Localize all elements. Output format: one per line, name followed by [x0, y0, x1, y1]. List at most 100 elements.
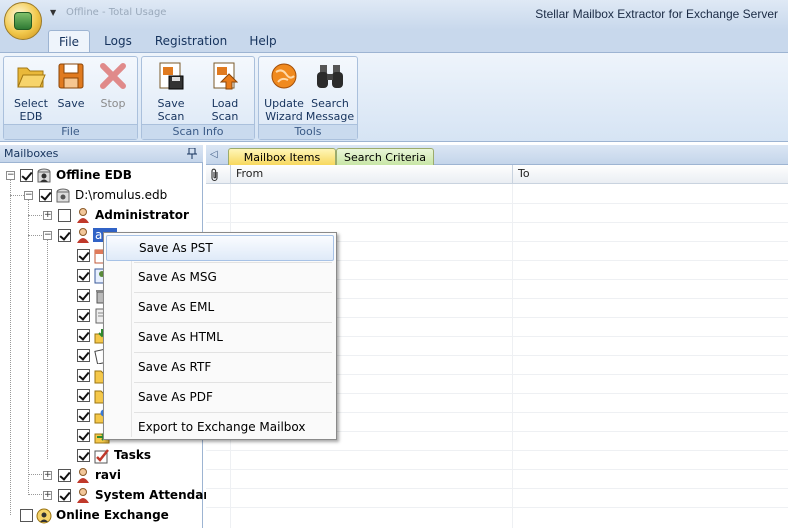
administrator-checkbox[interactable]	[58, 209, 71, 222]
binoculars-icon	[317, 65, 343, 88]
panel-collapse-arrow-icon[interactable]: ◁	[210, 149, 218, 160]
online-exchange-label: Online Exchange	[56, 508, 169, 522]
tab-help[interactable]: Help	[240, 30, 286, 52]
collapse-icon[interactable]: −	[24, 191, 33, 200]
context-menu: Save As PST Save As MSG Save As EML Save…	[103, 232, 337, 440]
menu-item-save-as-rtf[interactable]: Save As RTF	[106, 355, 334, 381]
ribbon-group-file: Select EDB Save Stop File	[3, 56, 138, 140]
update-wizard-button[interactable]: Update Wizard	[259, 60, 309, 123]
collapse-icon[interactable]: −	[6, 171, 15, 180]
tree-node-offline-edb[interactable]: − Offline EDB	[0, 167, 200, 185]
grid-row-line	[206, 507, 788, 508]
menu-separator	[134, 412, 332, 413]
user-icon	[77, 228, 89, 243]
edb-file-label: D:\romulus.edb	[75, 188, 168, 202]
expand-icon[interactable]: +	[43, 211, 52, 220]
tasks-label: Tasks	[114, 448, 152, 462]
administrator-label: Administrator	[95, 208, 189, 222]
menu-item-save-as-msg[interactable]: Save As MSG	[106, 265, 334, 291]
window-title: Stellar Mailbox Extractor for Exchange S…	[535, 7, 778, 21]
menu-item-save-as-pdf[interactable]: Save As PDF	[106, 385, 334, 411]
mailboxes-panel-header: Mailboxes	[0, 145, 203, 163]
red-x-icon	[100, 63, 126, 89]
ribbon-group-tools: Update Wizard Search Message Tools	[258, 56, 358, 140]
menu-item-save-as-pst[interactable]: Save As PST	[106, 235, 334, 261]
search-message-label: Search Message	[305, 97, 355, 123]
system-attendant-checkbox[interactable]	[58, 489, 71, 502]
globe-update-icon	[271, 63, 297, 89]
search-message-button[interactable]: Search Message	[305, 60, 355, 123]
tree-node-online-exchange[interactable]: Online Exchange	[0, 507, 200, 525]
folder-checkbox[interactable]	[77, 349, 90, 362]
column-separator[interactable]	[512, 165, 513, 184]
menu-separator	[134, 262, 332, 263]
folder-checkbox[interactable]	[77, 269, 90, 282]
quick-access-dropdown-icon[interactable]: ▼	[50, 8, 56, 17]
user-icon	[77, 488, 89, 503]
title-bar: ▼ Offline - Total Usage Stellar Mailbox …	[0, 0, 788, 30]
tree-node-ravi[interactable]: + ravi	[0, 467, 200, 485]
selected-user-checkbox[interactable]	[58, 229, 71, 242]
tree-node-edb-file[interactable]: − D:\romulus.edb	[0, 187, 200, 205]
ribbon-tabs: File Logs Registration Help	[0, 30, 788, 52]
offline-edb-checkbox[interactable]	[20, 169, 33, 182]
online-exchange-checkbox[interactable]	[20, 509, 33, 522]
floppy-disk-icon	[58, 63, 84, 89]
tab-logs[interactable]: Logs	[96, 30, 140, 52]
mailboxes-panel-title: Mailboxes	[4, 147, 59, 160]
tree-node-tasks[interactable]: Tasks	[0, 447, 200, 465]
stop-button[interactable]: Stop	[88, 60, 138, 110]
menu-item-save-as-eml[interactable]: Save As EML	[106, 295, 334, 321]
grid-row-line	[206, 488, 788, 489]
menu-separator	[134, 292, 332, 293]
folder-checkbox[interactable]	[77, 309, 90, 322]
ribbon: Select EDB Save Stop File Save Scan Load…	[0, 52, 788, 142]
ravi-checkbox[interactable]	[58, 469, 71, 482]
tree-node-administrator[interactable]: + Administrator	[0, 207, 200, 225]
grid-column-line	[512, 184, 513, 528]
tab-search-criteria[interactable]: Search Criteria	[336, 148, 434, 165]
tab-mailbox-items[interactable]: Mailbox Items	[228, 148, 336, 165]
grid-header: From To	[206, 165, 788, 184]
menu-separator	[134, 352, 332, 353]
app-logo-icon	[14, 12, 32, 30]
save-scan-icon	[159, 62, 184, 90]
folder-checkbox[interactable]	[77, 369, 90, 382]
expand-icon[interactable]: +	[43, 491, 52, 500]
menu-item-save-as-html[interactable]: Save As HTML	[106, 325, 334, 351]
column-separator[interactable]	[230, 165, 231, 184]
collapse-icon[interactable]: −	[43, 231, 52, 240]
offline-edb-label: Offline EDB	[56, 168, 132, 182]
ravi-label: ravi	[95, 468, 121, 482]
tab-registration[interactable]: Registration	[150, 30, 232, 52]
database-user-icon	[37, 168, 51, 183]
folder-checkbox[interactable]	[77, 429, 90, 442]
folder-checkbox[interactable]	[77, 329, 90, 342]
tree-node-system-attendant[interactable]: + System Attendant	[0, 487, 218, 505]
folder-checkbox[interactable]	[77, 289, 90, 302]
menu-item-export-to-exchange[interactable]: Export to Exchange Mailbox	[106, 415, 334, 441]
system-attendant-label: System Attendant	[95, 488, 218, 502]
group-label-scan-info: Scan Info	[142, 124, 254, 139]
expand-icon[interactable]: +	[43, 471, 52, 480]
folder-checkbox[interactable]	[77, 249, 90, 262]
column-header-to[interactable]: To	[518, 167, 530, 180]
folder-checkbox[interactable]	[77, 389, 90, 402]
edb-file-checkbox[interactable]	[39, 189, 52, 202]
folder-open-icon	[17, 67, 46, 88]
grid-row-line	[206, 450, 788, 451]
user-icon	[77, 468, 89, 483]
paperclip-icon[interactable]	[210, 168, 220, 182]
menu-separator	[134, 322, 332, 323]
group-label-tools: Tools	[259, 124, 357, 139]
pin-icon[interactable]	[187, 148, 197, 159]
tasks-icon	[94, 449, 109, 464]
update-wizard-label: Update Wizard	[264, 97, 304, 123]
folder-checkbox[interactable]	[77, 409, 90, 422]
application-orb-button[interactable]	[4, 2, 42, 40]
tasks-checkbox[interactable]	[77, 449, 90, 462]
group-label-file: File	[4, 124, 137, 139]
column-header-from[interactable]: From	[236, 167, 263, 180]
user-icon	[77, 208, 89, 223]
tab-file[interactable]: File	[48, 30, 90, 52]
